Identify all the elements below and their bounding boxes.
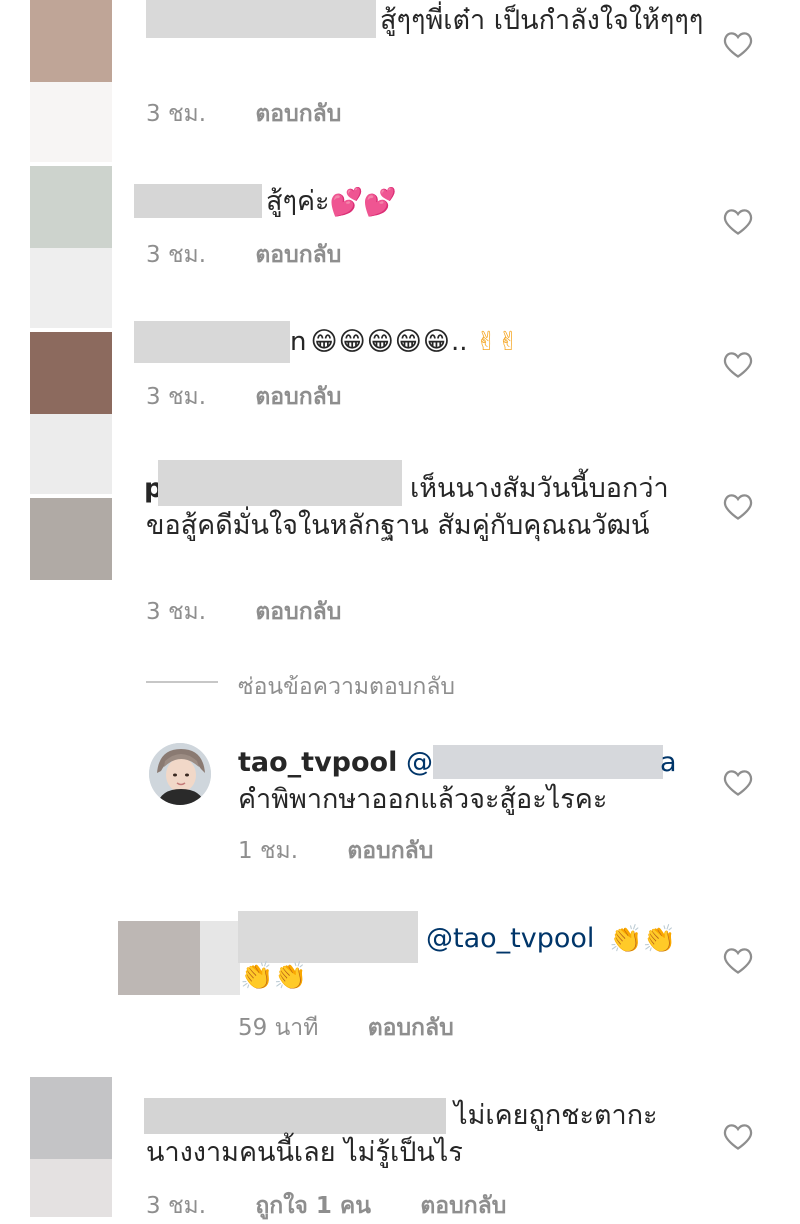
username-blurred[interactable] — [134, 184, 262, 218]
reply-line-1: @tao_tvpool 👏👏 — [426, 920, 676, 958]
avatar-photo-icon — [149, 743, 211, 805]
heart-outline-icon[interactable] — [723, 207, 753, 235]
hide-replies-label[interactable]: ซ่อนข้อความตอบกลับ — [238, 669, 455, 705]
heart-outline-icon[interactable] — [723, 492, 753, 520]
reply-line-2: 👏👏 — [240, 957, 307, 995]
comment-time: 3 ชม. — [146, 242, 207, 268]
avatar-blurred[interactable] — [30, 1077, 112, 1159]
clap-emoji-row: 👏👏 — [240, 961, 308, 992]
comment-meta: 3 ชม. ถูกใจ 1 คน ตอบกลับ — [146, 1188, 548, 1224]
username-blurred[interactable] — [238, 911, 418, 963]
comment-text-body: สู้ๆค่ะ — [266, 186, 330, 217]
reply-meta: 1 ชม. ตอบกลับ — [238, 833, 475, 869]
comment-text: สู้ๆๆพี่เต๋า เป็นกำลังใจให้ๆๆๆ — [380, 5, 704, 36]
reply-button[interactable]: ตอบกลับ — [255, 594, 341, 630]
likes-count[interactable]: ถูกใจ 1 คน — [255, 1188, 371, 1224]
heart-outline-icon[interactable] — [723, 1122, 753, 1150]
heart-outline-icon[interactable] — [723, 30, 753, 58]
heart-outline-icon[interactable] — [723, 946, 753, 974]
username-blurred[interactable] — [146, 0, 376, 38]
comment-meta: 3 ชม. ตอบกลับ — [146, 237, 383, 273]
reply-button[interactable]: ตอบกลับ — [255, 379, 341, 415]
victory-emoji-row: ✌✌ — [475, 327, 520, 357]
comment-meta: 3 ชม. ตอบกลับ — [146, 379, 383, 415]
avatar-blurred — [30, 1159, 112, 1217]
avatar-blurred[interactable] — [118, 921, 200, 995]
comment-time: 3 ชม. — [146, 599, 207, 625]
comment-meta: 3 ชม. ตอบกลับ — [146, 96, 383, 132]
comment-text: เห็นนางสัมวันนี้บอกว่าขอสู้คดีมั่นใจในหล… — [146, 473, 669, 541]
comment-text-prefix: n — [290, 327, 307, 357]
comment-dots: .. — [451, 327, 468, 357]
avatar-blurred[interactable] — [30, 0, 112, 82]
username-blurred[interactable] — [134, 321, 290, 363]
avatar-blurred — [30, 414, 112, 494]
comment-text: ไม่เคยถูกชะตากะนางงามคนนี้เลย ไม่รู้เป็น… — [146, 1100, 658, 1168]
reply-button[interactable]: ตอบกลับ — [420, 1188, 506, 1224]
comment-text: n 😁😁😁😁😁.. ✌✌ — [290, 324, 519, 361]
reply-button[interactable]: ตอบกลับ — [255, 237, 341, 273]
reply-line-1: tao_tvpool @p — [238, 744, 450, 781]
clap-emoji-row: 👏👏 — [609, 924, 677, 955]
hide-replies-line — [146, 681, 218, 683]
avatar-blurred[interactable] — [30, 166, 112, 248]
mention[interactable]: @tao_tvpool — [426, 923, 594, 954]
avatar-blurred[interactable] — [30, 498, 112, 580]
comment-time: 3 ชม. — [146, 1193, 207, 1219]
heart-emoji: 💕💕 — [329, 187, 397, 218]
reply-time: 59 นาที — [238, 1015, 319, 1041]
avatar-blurred — [30, 248, 112, 328]
mention-end[interactable]: a — [660, 744, 677, 781]
mention-blurred[interactable] — [433, 745, 663, 779]
heart-outline-icon[interactable] — [723, 350, 753, 378]
reply-meta: 59 นาที ตอบกลับ — [238, 1010, 496, 1046]
avatar-blurred[interactable] — [30, 332, 112, 414]
username[interactable]: tao_tvpool — [238, 747, 397, 778]
comment-time: 3 ชม. — [146, 101, 207, 127]
reply-text: คำพิพากษาออกแล้วจะสู้อะไรคะ — [238, 784, 608, 815]
comment-time: 3 ชม. — [146, 384, 207, 410]
reply-button[interactable]: ตอบกลับ — [368, 1010, 454, 1046]
heart-outline-icon[interactable] — [723, 768, 753, 796]
reply-button[interactable]: ตอบกลับ — [347, 833, 433, 869]
reply-time: 1 ชม. — [238, 838, 299, 864]
reply-button[interactable]: ตอบกลับ — [255, 96, 341, 132]
comment-meta: 3 ชม. ตอบกลับ — [146, 594, 383, 630]
avatar-blurred — [200, 921, 240, 995]
avatar[interactable] — [149, 743, 211, 805]
comment-text: สู้ๆค่ะ💕💕 — [266, 183, 397, 221]
grin-emoji-row: 😁😁😁😁😁 — [310, 327, 452, 357]
avatar-blurred — [30, 82, 112, 162]
